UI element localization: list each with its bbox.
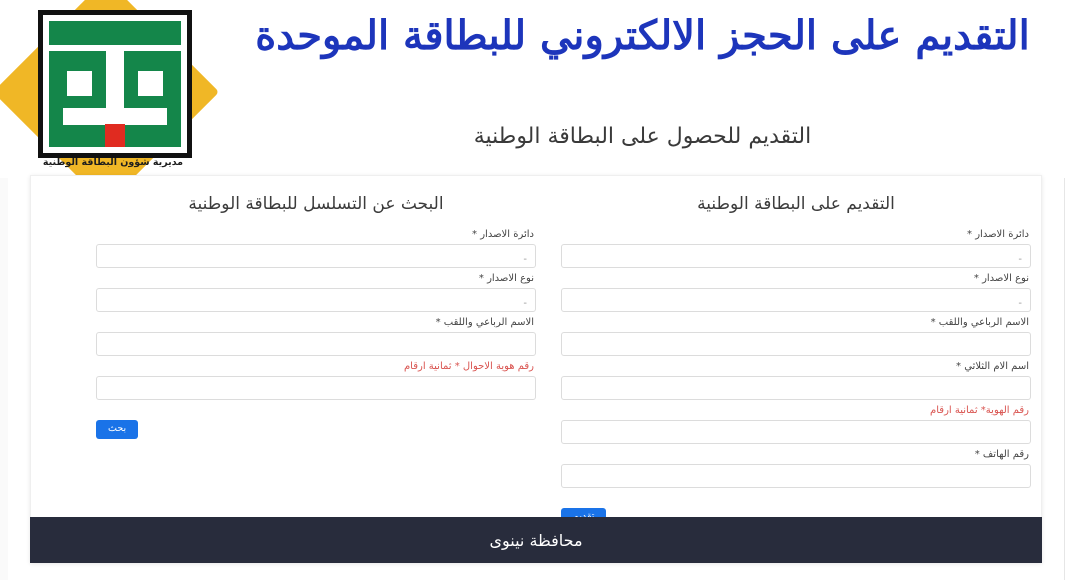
input-mother-name[interactable] — [561, 376, 1031, 400]
page-header: مديرية شؤون البطاقة الوطنية التقديم على … — [0, 0, 1068, 206]
search-field-full-name: الاسم الرباعي واللقب * — [96, 316, 536, 356]
search-label-full-name: الاسم الرباعي واللقب * — [435, 317, 534, 328]
select-issuing-office[interactable]: - — [561, 244, 1031, 268]
input-phone-number[interactable] — [561, 464, 1031, 488]
field-full-name: الاسم الرباعي واللقب * — [561, 316, 1031, 356]
label-issue-type: نوع الاصدار * — [973, 273, 1029, 284]
footer-text: محافظة نينوى — [489, 530, 583, 550]
search-label-civil-id: رقم هوية الاحوال * ثمانية ارقام — [403, 361, 534, 372]
label-phone-number: رقم الهاتف * — [974, 449, 1029, 460]
input-id-number[interactable] — [561, 420, 1031, 444]
search-field-issue-type: نوع الاصدار * - — [96, 272, 536, 312]
select-issue-type[interactable]: - — [561, 288, 1031, 312]
search-panel-title: البحث عن التسلسل للبطاقة الوطنية — [188, 194, 444, 214]
label-issuing-office: دائرة الاصدار * — [967, 229, 1029, 240]
form-card: التقديم على البطاقة الوطنية دائرة الاصدا… — [30, 175, 1042, 563]
search-label-issuing-office: دائرة الاصدار * — [472, 229, 534, 240]
field-issuing-office: دائرة الاصدار * - — [561, 228, 1031, 268]
apply-panel: التقديم على البطاقة الوطنية دائرة الاصدا… — [561, 176, 1031, 527]
search-label-issue-type: نوع الاصدار * — [478, 273, 534, 284]
page-subtitle: التقديم للحصول على البطاقة الوطنية — [473, 124, 812, 149]
search-select-issuing-office[interactable]: - — [96, 244, 536, 268]
form-panels: التقديم على البطاقة الوطنية دائرة الاصدا… — [31, 176, 1041, 527]
national-card-emblem-icon — [38, 10, 192, 158]
select-issuing-office-value: - — [1018, 254, 1022, 265]
search-button[interactable]: بحث — [96, 420, 139, 439]
search-field-issuing-office: دائرة الاصدار * - — [96, 228, 536, 268]
footer-bar: محافظة نينوى — [30, 517, 1042, 563]
field-issue-type: نوع الاصدار * - — [561, 272, 1031, 312]
logo-caption: مديرية شؤون البطاقة الوطنية — [42, 157, 184, 168]
search-button-row: بحث — [96, 416, 536, 439]
search-select-issuing-office-value: - — [523, 254, 527, 265]
field-phone-number: رقم الهاتف * — [561, 448, 1031, 488]
search-input-full-name[interactable] — [96, 332, 536, 356]
label-full-name: الاسم الرباعي واللقب * — [930, 317, 1029, 328]
search-panel: البحث عن التسلسل للبطاقة الوطنية دائرة ا… — [96, 176, 536, 439]
select-issue-type-value: - — [1018, 298, 1022, 309]
search-select-issue-type[interactable]: - — [96, 288, 536, 312]
apply-panel-title: التقديم على البطاقة الوطنية — [697, 194, 895, 214]
search-select-issue-type-value: - — [523, 298, 527, 309]
label-id-number: رقم الهوية* ثمانية ارقام — [930, 405, 1029, 416]
logo: مديرية شؤون البطاقة الوطنية — [0, 0, 220, 206]
page-title: التقديم على الحجز الالكتروني للبطاقة الم… — [255, 12, 1030, 59]
field-mother-name: اسم الام الثلاثي * — [561, 360, 1031, 400]
input-full-name[interactable] — [561, 332, 1031, 356]
field-id-number: رقم الهوية* ثمانية ارقام — [561, 404, 1031, 444]
label-mother-name: اسم الام الثلاثي * — [956, 361, 1029, 372]
search-field-civil-id: رقم هوية الاحوال * ثمانية ارقام — [96, 360, 536, 400]
search-input-civil-id[interactable] — [96, 376, 536, 400]
